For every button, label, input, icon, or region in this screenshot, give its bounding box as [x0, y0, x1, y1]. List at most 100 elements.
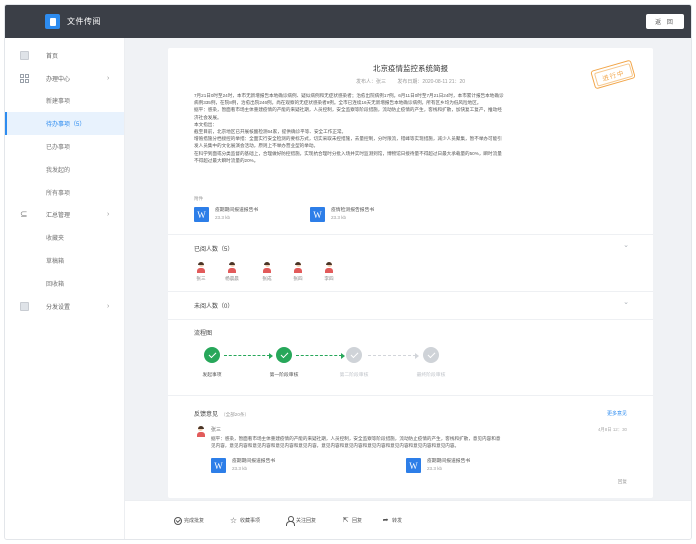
- app-title: 文件传阅: [67, 17, 101, 26]
- feedback-title-text: 反馈意见: [194, 412, 219, 418]
- forward-button[interactable]: ➦ 转发: [381, 516, 402, 525]
- feedback-reply-link[interactable]: 回复: [618, 479, 627, 485]
- word-file-icon: W: [406, 458, 421, 473]
- feedback-count: （全部20条）: [221, 412, 250, 417]
- avatar: [196, 261, 207, 273]
- sidebar-item-favorites[interactable]: 收藏夹: [5, 226, 124, 249]
- sidebar-item-recycle[interactable]: 回收箱: [5, 272, 124, 295]
- file-size: 23.3 kb: [427, 466, 443, 471]
- favorite-button[interactable]: ☆ 收藏事项: [229, 516, 260, 525]
- reader-avatar[interactable]: 李四: [322, 261, 336, 282]
- complete-reply-button[interactable]: 完成批复: [173, 516, 204, 525]
- sidebar-item-initiated[interactable]: 我发起的: [5, 158, 124, 181]
- sidebar-item-label: 已办事项: [46, 145, 71, 152]
- feedback-line: 据平：感染，暂面看市场主体重建疫情的产能的来疑社期，人员控制，安全监察等阶段措施…: [211, 436, 501, 441]
- attachment-file[interactable]: W 疫情检测报告报告书 23.3 kb: [310, 207, 374, 222]
- toolbar-label: 回复: [352, 518, 363, 524]
- sidebar-item-label: 草稿箱: [46, 259, 65, 266]
- file-name: 疫情检测报告报告书: [331, 208, 375, 213]
- back-button[interactable]: 返 回: [646, 14, 684, 29]
- follow-reply-button[interactable]: 关注回复: [285, 516, 317, 526]
- person-icon: [285, 516, 295, 526]
- flow-step-label: 发起事项: [202, 373, 222, 378]
- file-name: 疫期期间报道报告书: [215, 208, 259, 213]
- divider: [168, 234, 653, 235]
- reply-button[interactable]: ⇱ 回复: [341, 516, 362, 525]
- flow-step-done-icon: [204, 347, 220, 363]
- grid-icon: [20, 73, 29, 83]
- sidebar-item-distribution-settings[interactable]: 分发设置 ›: [5, 295, 124, 318]
- toolbar-label: 收藏事项: [240, 518, 261, 524]
- feedback-title: 反馈意见 （全部20条）: [194, 409, 249, 418]
- reader-avatar[interactable]: 张四: [291, 261, 305, 282]
- sidebar-item-done[interactable]: 已办事项: [5, 135, 124, 158]
- body-line: 发人员集中的文化展演会活动，原则上不举办营业型的举动。: [194, 143, 319, 149]
- sidebar-item-drafts[interactable]: 草稿箱: [5, 249, 124, 272]
- chevron-down-icon[interactable]: ⌄: [623, 298, 629, 306]
- reader-avatar[interactable]: 张三: [194, 261, 208, 282]
- more-feedback-link[interactable]: 更多意见: [607, 410, 627, 417]
- flow-step-label: 最终阶段审核: [416, 373, 446, 378]
- attachment-file[interactable]: W 疫期期间报道报告书 23.3 kb: [194, 207, 258, 222]
- reader-name: 张成: [262, 276, 272, 281]
- sidebar-item-label: 回收箱: [46, 281, 65, 288]
- sidebar-item-label: 办理中心: [46, 76, 71, 83]
- flow-connector: [368, 355, 416, 356]
- sidebar-item-summary[interactable]: ⊆ 汇总管理 ›: [5, 204, 124, 227]
- sidebar-item-todo[interactable]: 待办事项（5）: [5, 112, 124, 136]
- chevron-right-icon: ›: [107, 74, 110, 82]
- feedback-attachment[interactable]: W 疫期期间报道报告书 23.3 kb: [211, 458, 275, 473]
- avatar: [324, 261, 335, 273]
- flow-step-pending-icon: [423, 347, 439, 363]
- feedback-avatar: [195, 425, 206, 437]
- body-line: 增殖措施分档接控的举措：全面实行安全检测的要标方式，切实采取未控措施，去量控制，…: [194, 136, 502, 142]
- body-line: 济社会发展。: [194, 114, 222, 120]
- word-file-icon: W: [194, 207, 209, 222]
- word-file-icon: W: [310, 207, 325, 222]
- file-name: 疫期期间报道报告书: [427, 459, 471, 464]
- sidebar-item-all[interactable]: 所有事项: [5, 181, 124, 204]
- reader-avatar[interactable]: 杨晨晨: [225, 261, 239, 282]
- sidebar-item-handling-center[interactable]: 办理中心 ›: [5, 67, 124, 90]
- toolbar-label: 关注回复: [296, 518, 317, 524]
- flow-connector: [296, 355, 342, 356]
- reader-name: 李四: [324, 276, 334, 281]
- unread-count-title: 未阅人数（0）: [194, 304, 234, 310]
- reply-icon: ⇱: [342, 517, 349, 524]
- toolbar-label: 转发: [392, 518, 403, 524]
- read-count-title: 已阅人数（5）: [194, 247, 234, 253]
- chevron-down-icon[interactable]: ⌄: [623, 241, 629, 249]
- feedback-line: 见内容，意见内容和意见内容和意见内容和意见内容，意见内容和意见内容和意见内容和意…: [211, 443, 460, 449]
- body-line: 病例335例，在院8例，治愈出院246例。尚在观察的无症状感染者9例。全市已连续…: [194, 100, 482, 106]
- avatar: [195, 425, 206, 437]
- feedback-author: 张三: [211, 427, 222, 433]
- sidebar-item-home[interactable]: 首页: [5, 44, 124, 67]
- arrow-right-icon: [415, 352, 419, 359]
- flow-title: 流程图: [194, 331, 213, 337]
- reader-avatar[interactable]: 张成: [260, 261, 274, 282]
- document-meta: 发布人：张三 发布日期：2020-08-11 21：20: [168, 78, 653, 85]
- feedback-attachment[interactable]: W 疫期期间报道报告书 23.3 kb: [406, 458, 470, 473]
- body-line: 在科学到面或分类监督的基础上，合理做好防控措施，实现抗合理时分批入场并实时监测到…: [194, 150, 502, 156]
- avatar: [227, 261, 238, 273]
- document-title: 北京疫情监控系统简报: [373, 64, 448, 73]
- sidebar-item-new[interactable]: 新建事项: [5, 90, 124, 113]
- arrow-right-icon: [341, 352, 345, 359]
- body-line: 不得超过最大瞬时流量的20%。: [194, 157, 259, 163]
- feedback-text: 据平：感染，暂面看市场主体重建疫情的产能的来疑社期，人员控制，安全监察等阶段措施…: [211, 435, 629, 449]
- reader-name: 张三: [196, 276, 206, 281]
- sidebar-item-label: 汇总管理: [46, 213, 71, 220]
- word-file-icon: W: [211, 458, 226, 473]
- document-date: 发布日期：2020-08-11 21：20: [397, 79, 466, 85]
- sidebar-item-label: 我发起的: [46, 167, 71, 174]
- flow-connector: [224, 355, 270, 356]
- top-bar: 文件传阅 返 回: [5, 5, 691, 38]
- divider: [168, 395, 653, 396]
- reader-name: 杨晨晨: [225, 276, 239, 281]
- file-size: 23.3 kb: [215, 215, 231, 220]
- sidebar-item-label: 首页: [46, 53, 59, 60]
- divider: [168, 291, 653, 292]
- star-icon: ☆: [229, 516, 238, 525]
- sidebar-item-label: 所有事项: [46, 190, 71, 197]
- avatar: [262, 261, 273, 273]
